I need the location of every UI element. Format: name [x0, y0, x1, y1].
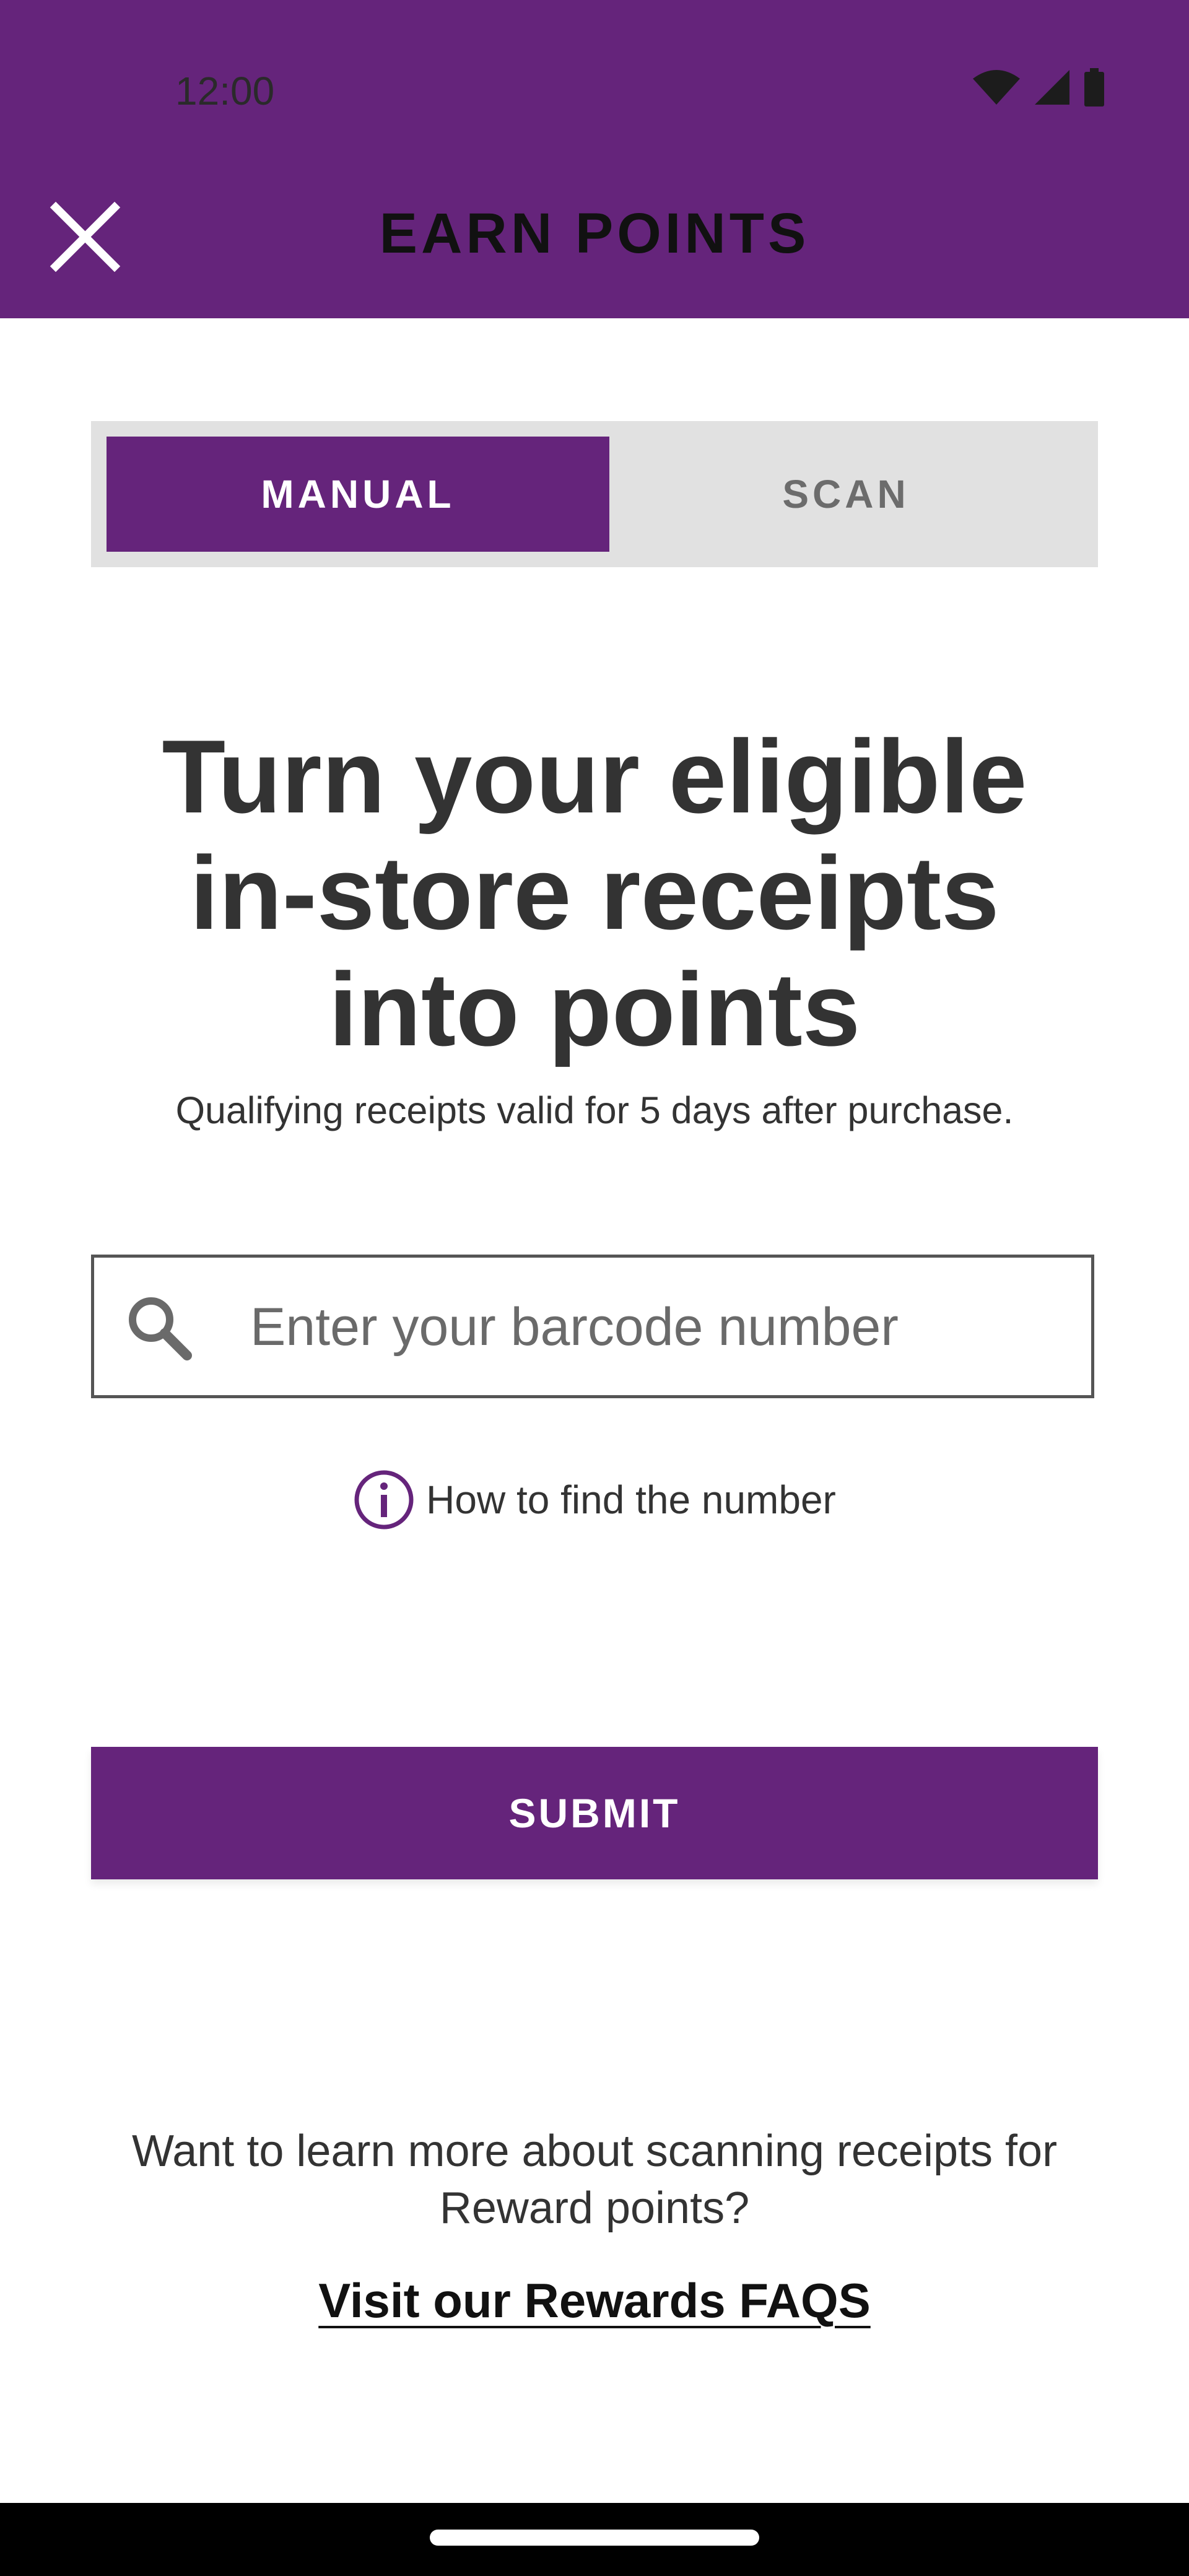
learn-more-text: Want to learn more about scanning receip… — [131, 2126, 1058, 2233]
system-nav-bar — [0, 2503, 1189, 2576]
receipt-validity-note: Qualifying receipts valid for 5 days aft… — [175, 1089, 1014, 1131]
how-to-find-number-link[interactable]: How to find the number — [0, 1469, 1189, 1531]
tab-scan[interactable]: SCAN — [594, 437, 1097, 552]
tab-manual[interactable]: MANUAL — [107, 437, 609, 552]
rewards-faq-link[interactable]: Visit our Rewards FAQS — [318, 2273, 870, 2328]
app-header: 12:00 EARN POINTS — [0, 0, 1189, 318]
search-icon — [129, 1297, 192, 1360]
wifi-icon — [973, 70, 1020, 105]
info-icon — [354, 1470, 414, 1530]
signal-icon — [1035, 70, 1069, 105]
help-link-label: How to find the number — [426, 1477, 836, 1522]
page-title: EARN POINTS — [379, 202, 810, 265]
barcode-input[interactable] — [249, 1258, 1081, 1396]
mode-tabs: MANUAL SCAN — [91, 421, 1098, 567]
headline: Turn your eligible in-store receipts int… — [162, 718, 1027, 1068]
battery-icon — [1084, 68, 1104, 107]
status-icons — [972, 68, 1105, 107]
rewards-faq-link-row: Visit our Rewards FAQS — [0, 2273, 1189, 2329]
home-indicator[interactable] — [430, 2530, 759, 2546]
status-time: 12:00 — [175, 69, 275, 113]
barcode-search-box — [91, 1255, 1094, 1398]
submit-button[interactable]: SUBMIT — [91, 1747, 1098, 1879]
